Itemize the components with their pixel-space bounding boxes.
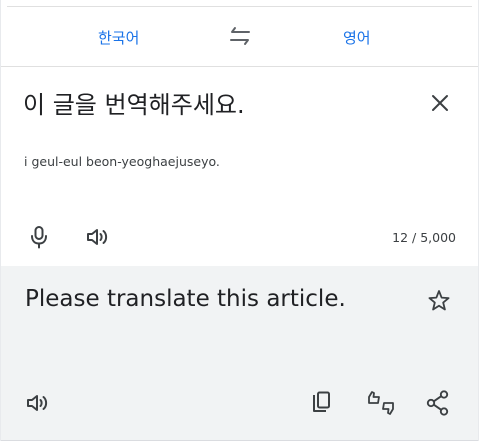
thumbs-up-down-icon[interactable]: [366, 390, 396, 416]
star-icon[interactable]: [426, 288, 452, 314]
speaker-icon[interactable]: [25, 392, 51, 414]
source-text-input[interactable]: 이 글을 번역해주세요.: [23, 85, 245, 120]
target-language-button[interactable]: 영어: [343, 27, 371, 48]
top-divider: [7, 6, 472, 7]
translation-text: Please translate this article.: [25, 286, 346, 312]
translate-app: 한국어 영어 이 글을 번역해주세요. i geul-eul beon-yeog…: [0, 0, 479, 441]
source-panel: 이 글을 번역해주세요. i geul-eul beon-yeoghaejuse…: [1, 67, 478, 266]
copy-icon[interactable]: [309, 390, 333, 416]
source-language-button[interactable]: 한국어: [98, 27, 139, 48]
share-icon[interactable]: [425, 389, 451, 417]
close-icon[interactable]: [426, 89, 454, 117]
microphone-icon[interactable]: [27, 224, 51, 250]
character-count: 12 / 5,000: [392, 230, 456, 245]
language-bar: 한국어 영어: [1, 8, 478, 67]
translation-panel: Please translate this article.: [1, 266, 478, 441]
speaker-icon[interactable]: [85, 226, 111, 248]
romanization-text: i geul-eul beon-yeoghaejuseyo.: [24, 154, 220, 169]
swap-arrows-icon[interactable]: [227, 25, 253, 47]
